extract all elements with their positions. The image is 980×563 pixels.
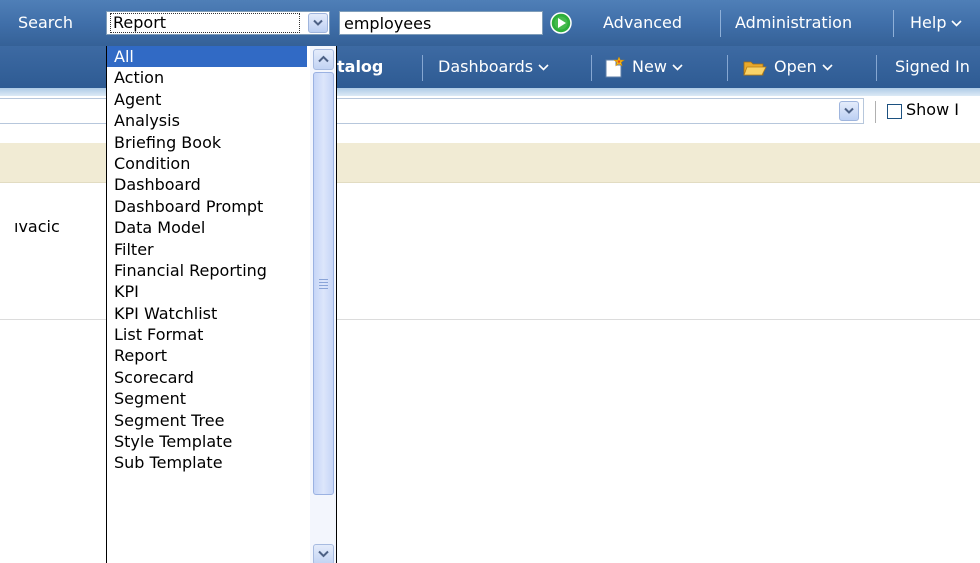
search-type-dropdown-list[interactable]: All Action Agent Analysis Briefing Book Condi… [106, 46, 337, 563]
search-type-option[interactable]: Segment [107, 388, 307, 409]
scrollbar-grip-icon [319, 279, 328, 291]
show-checkbox-label[interactable]: Show I [906, 100, 959, 119]
chevron-up-icon [318, 55, 329, 63]
chevron-down-icon [313, 19, 323, 26]
search-type-option[interactable]: Dashboard Prompt [107, 196, 307, 217]
search-type-option[interactable]: Condition [107, 153, 307, 174]
search-type-option[interactable]: Analysis [107, 110, 307, 131]
dashboards-menu-label: Dashboards [438, 57, 534, 76]
search-type-option[interactable]: Data Model [107, 217, 307, 238]
chevron-down-icon [318, 550, 329, 558]
dropdown-scrollbar[interactable] [310, 46, 336, 563]
search-type-option[interactable]: Action [107, 67, 307, 88]
open-menu-label: Open [774, 57, 817, 76]
folder-open-icon[interactable] [743, 59, 767, 77]
search-type-value[interactable]: Report [110, 13, 300, 33]
search-type-option[interactable]: Report [107, 345, 307, 366]
open-menu[interactable]: Open [774, 46, 833, 88]
chevron-down-icon [538, 64, 549, 71]
scroll-up-button[interactable] [313, 49, 334, 70]
search-type-option[interactable]: All [107, 46, 307, 68]
new-document-icon[interactable] [603, 57, 625, 79]
administration-link[interactable]: Administration [735, 0, 852, 46]
search-type-option[interactable]: Dashboard [107, 174, 307, 195]
chevron-down-icon [672, 64, 683, 71]
search-type-option[interactable]: Agent [107, 89, 307, 110]
show-checkbox[interactable] [887, 104, 902, 119]
search-type-option[interactable]: Scorecard [107, 367, 307, 388]
scrollbar-thumb[interactable] [313, 72, 334, 495]
catalog-link[interactable]: talog [337, 46, 383, 88]
advanced-search-link[interactable]: Advanced [603, 0, 682, 46]
search-type-option[interactable]: Financial Reporting [107, 260, 307, 281]
search-type-option[interactable]: Style Template [107, 431, 307, 452]
chevron-down-icon [822, 64, 833, 71]
scroll-down-button[interactable] [313, 544, 334, 563]
nav-separator [876, 55, 877, 81]
search-type-option[interactable]: Filter [107, 239, 307, 260]
header-separator [720, 10, 721, 37]
nav-separator [422, 55, 423, 81]
nav-separator [727, 55, 728, 81]
search-type-option[interactable]: Segment Tree [107, 410, 307, 431]
nav-separator [591, 55, 592, 81]
location-dropdown-button[interactable] [839, 101, 859, 121]
application-window: Search Report Advanced Administration He… [0, 0, 980, 563]
search-type-option[interactable]: Briefing Book [107, 132, 307, 153]
search-type-select[interactable]: Report [106, 11, 330, 35]
dashboards-menu[interactable]: Dashboards [438, 46, 549, 88]
global-header: Search Report Advanced Administration He… [0, 0, 980, 46]
new-menu[interactable]: New [632, 46, 683, 88]
header-separator [893, 10, 894, 37]
result-item-name[interactable]: ıvacic [14, 217, 60, 236]
signed-in-menu[interactable]: Signed In [895, 46, 970, 88]
chevron-down-icon [844, 107, 854, 114]
search-type-options: All Action Agent Analysis Briefing Book Condi… [107, 46, 307, 474]
help-menu[interactable]: Help [910, 0, 963, 46]
search-type-option[interactable]: List Format [107, 324, 307, 345]
search-type-option[interactable]: KPI [107, 281, 307, 302]
search-label: Search [18, 13, 73, 32]
search-type-option[interactable]: Sub Template [107, 452, 307, 473]
chevron-down-icon [951, 20, 963, 27]
search-input[interactable] [339, 11, 543, 35]
toolbar-separator [875, 101, 876, 123]
new-menu-label: New [632, 57, 667, 76]
search-type-dropdown-button[interactable] [308, 13, 328, 33]
help-menu-label: Help [910, 13, 947, 32]
play-circle-icon[interactable] [550, 12, 572, 34]
search-type-option[interactable]: KPI Watchlist [107, 303, 307, 324]
